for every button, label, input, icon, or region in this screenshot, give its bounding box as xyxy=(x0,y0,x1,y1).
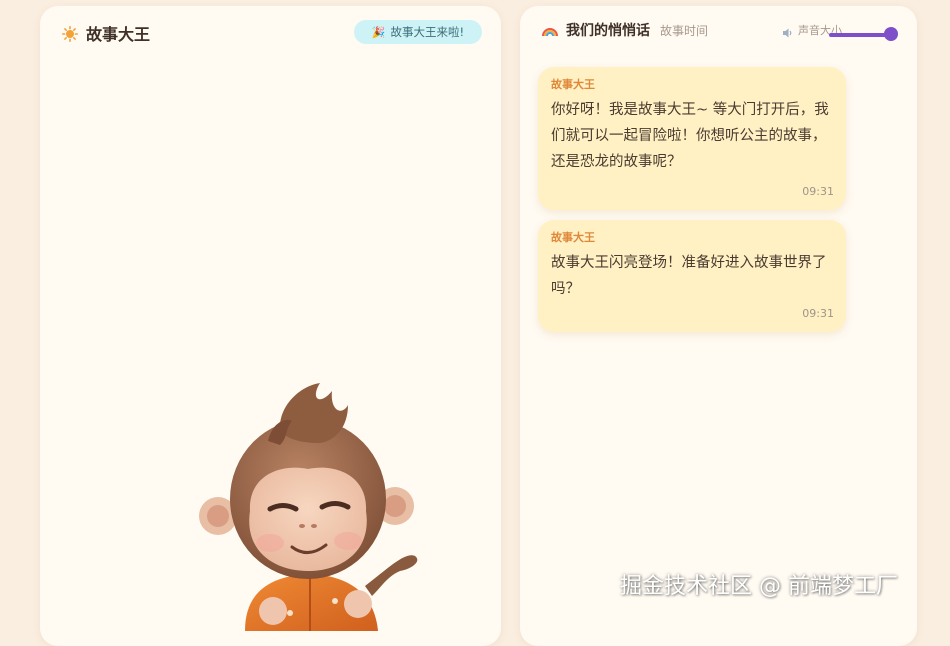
message-time: 09:31 xyxy=(802,307,834,320)
story-panel-title: 故事大王 xyxy=(86,25,151,44)
status-badge-label: 故事大王来啦! xyxy=(390,25,465,39)
speaker-icon xyxy=(782,24,794,38)
chat-message: 故事大王 你好呀！我是故事大王~ 等大门打开后，我们就可以一起冒险啦！你想听公主… xyxy=(538,67,846,210)
status-badge: 🎉 故事大王来啦! xyxy=(354,20,482,44)
chat-message: 故事大王 故事大王闪亮登场！准备好进入故事世界了吗？ 09:31 xyxy=(538,220,846,332)
message-sender: 故事大王 xyxy=(551,78,595,91)
sun-icon xyxy=(62,26,78,42)
monkey-avatar xyxy=(199,383,418,631)
volume-slider-track[interactable] xyxy=(829,33,889,37)
volume-slider-thumb[interactable] xyxy=(884,27,898,41)
message-text: 你好呀！我是故事大王~ 等大门打开后，我们就可以一起冒险啦！你想听公主的故事，还… xyxy=(551,102,829,170)
message-time: 09:31 xyxy=(802,185,834,198)
volume-slider[interactable] xyxy=(829,27,898,43)
message-sender: 故事大王 xyxy=(551,231,595,244)
chat-panel-title: 我们的悄悄话 xyxy=(566,23,650,39)
story-panel-header: 故事大王 xyxy=(62,22,150,44)
chat-panel-subtitle: 故事时间 xyxy=(660,23,709,38)
watermark: 掘金技术社区 @ 前端梦工厂 xyxy=(620,574,898,599)
chat-panel: 我们的悄悄话 故事时间 声音大小 故事大王 你好呀！我是故事大王~ 等大门打开后… xyxy=(520,6,917,646)
party-popper-icon: 🎉 xyxy=(371,25,386,39)
story-panel: 故事大王 🎉 故事大王来啦! xyxy=(40,6,501,646)
message-text: 故事大王闪亮登场！准备好进入故事世界了吗？ xyxy=(551,255,827,297)
rainbow-icon xyxy=(542,22,558,38)
